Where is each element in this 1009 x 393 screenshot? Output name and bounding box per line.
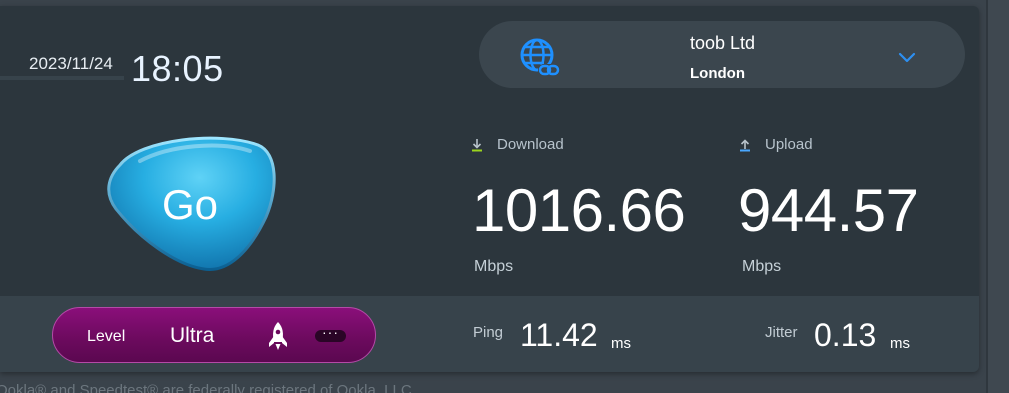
test-time: 18:05 (131, 48, 224, 89)
footer-trademark: Ookla® and Speedtest® are federally regi… (0, 382, 412, 393)
ping-label: Ping (473, 324, 504, 341)
level-selector[interactable]: Level Ultra ··· (52, 307, 376, 363)
upload-label: Upload (765, 136, 813, 153)
go-button-shape (107, 136, 276, 271)
server-city: London (690, 65, 745, 82)
speedtest-page: 2023/11/24 18:05 toob Ltd London Go Down… (0, 0, 1009, 393)
upload-unit: Mbps (742, 258, 782, 275)
upload-value: 944.57 (738, 177, 919, 244)
jitter-label: Jitter (765, 324, 798, 341)
side-scrollbar[interactable] (986, 0, 1009, 393)
more-options-button[interactable]: ··· (315, 324, 346, 342)
more-options-label: ··· (322, 324, 339, 340)
server-name: toob Ltd (690, 33, 756, 53)
server-selector[interactable]: toob Ltd London (479, 21, 965, 88)
ping-value: 11.42 (520, 317, 598, 353)
rocket-icon[interactable] (265, 321, 291, 351)
level-label: Level (87, 328, 126, 345)
globe-link-icon (520, 38, 560, 76)
chevron-down-icon[interactable] (897, 51, 917, 65)
go-button[interactable]: Go (100, 131, 280, 276)
level-value: Ultra (170, 324, 215, 347)
upload-arrow-icon (740, 139, 750, 152)
speedtest-card: 2023/11/24 18:05 toob Ltd London Go Down… (0, 6, 979, 372)
download-unit: Mbps (474, 258, 514, 275)
jitter-value: 0.13 (814, 317, 877, 353)
download-arrow-icon (472, 139, 482, 152)
ping-unit: ms (611, 335, 631, 352)
download-value: 1016.66 (472, 177, 686, 244)
jitter-unit: ms (890, 335, 910, 352)
download-label: Download (497, 136, 564, 153)
test-date: 2023/11/24 (29, 54, 113, 73)
